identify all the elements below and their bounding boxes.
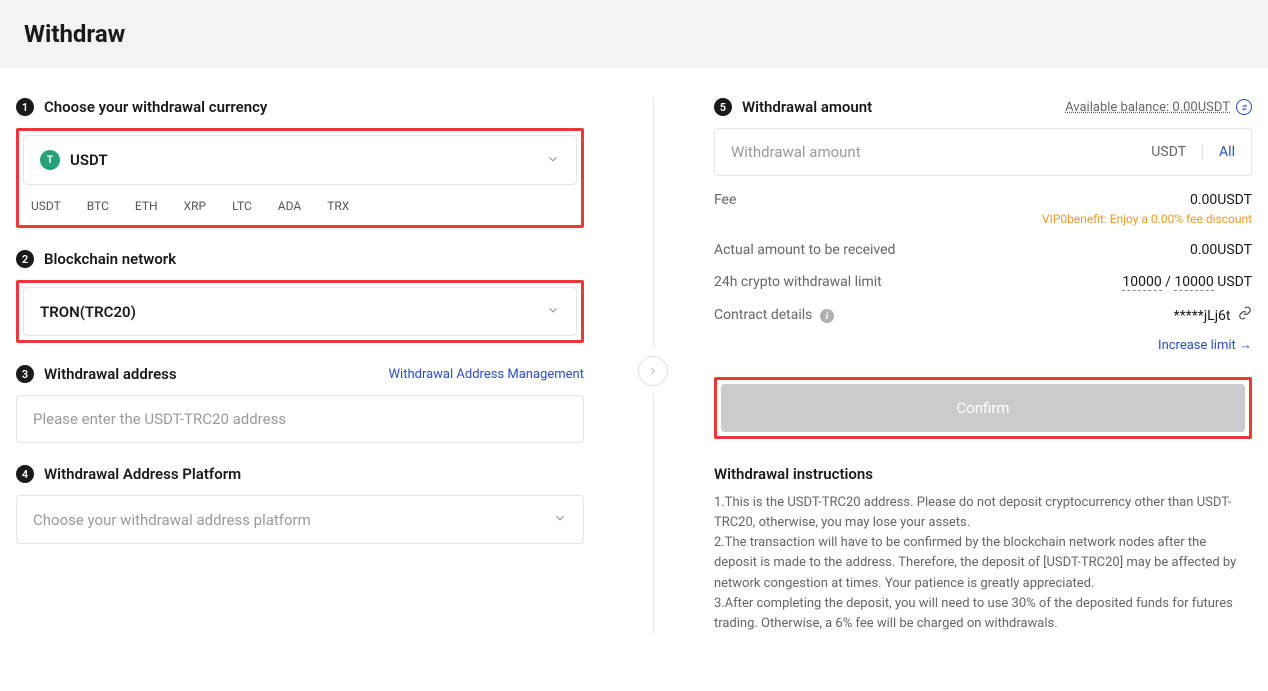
arrow-right-icon	[638, 356, 668, 386]
available-balance-label: Available balance: 0.00USDT	[1065, 100, 1230, 115]
info-icon[interactable]: i	[820, 309, 834, 323]
vip-benefit-text: VIP0benefit: Enjoy a 0.00% fee discount	[714, 212, 1252, 226]
contract-row: Contract details i *****jLj6t	[714, 306, 1252, 324]
actual-row: Actual amount to be received 0.00USDT	[714, 242, 1252, 258]
step-1-title: Choose your withdrawal currency	[44, 98, 267, 116]
address-input-wrapper	[16, 395, 584, 443]
available-balance-link[interactable]: Available balance: 0.00USDT	[1065, 99, 1252, 115]
chip-ltc[interactable]: LTC	[232, 199, 252, 213]
divider-line	[653, 394, 654, 634]
withdrawal-amount-input[interactable]	[731, 143, 1151, 161]
platform-select[interactable]: Choose your withdrawal address platform	[16, 495, 584, 544]
contract-label-wrap: Contract details i	[714, 307, 834, 324]
chip-usdt[interactable]: USDT	[31, 199, 61, 213]
chevron-down-icon	[553, 510, 567, 529]
confirm-highlight: Confirm	[714, 377, 1252, 439]
right-column: 5 Withdrawal amount Available balance: 0…	[634, 98, 1252, 634]
limit-row: 24h crypto withdrawal limit 10000 / 1000…	[714, 274, 1252, 290]
instruction-1: 1.This is the USDT-TRC20 address. Please…	[714, 493, 1252, 533]
fee-label: Fee	[714, 192, 736, 208]
step-4-badge: 4	[16, 465, 34, 483]
step-2-section: 2 Blockchain network TRON(TRC20)	[16, 250, 584, 343]
address-management-link[interactable]: Withdrawal Address Management	[389, 367, 584, 382]
instructions-title: Withdrawal instructions	[714, 465, 1252, 483]
amount-all-button[interactable]: All	[1219, 144, 1235, 160]
increase-limit-link[interactable]: Increase limit →	[1158, 338, 1252, 353]
page-title: Withdraw	[24, 20, 1244, 48]
step-5-header: 5 Withdrawal amount Available balance: 0…	[714, 98, 1252, 116]
increase-limit-wrap: Increase limit →	[714, 334, 1252, 353]
limit-used: 10000	[1122, 274, 1161, 291]
instruction-3: 3.After completing the deposit, you will…	[714, 594, 1252, 634]
limit-unit: USDT	[1217, 274, 1252, 290]
step-5-title: Withdrawal amount	[742, 98, 872, 116]
step-5-badge: 5	[714, 98, 732, 116]
currency-select-left: T USDT	[40, 150, 108, 170]
chip-btc[interactable]: BTC	[87, 199, 109, 213]
step-3-badge: 3	[16, 365, 34, 383]
network-select[interactable]: TRON(TRC20)	[23, 287, 577, 336]
usdt-coin-icon: T	[40, 150, 60, 170]
chip-eth[interactable]: ETH	[135, 199, 158, 213]
page-header: Withdraw	[0, 0, 1268, 68]
limit-label: 24h crypto withdrawal limit	[714, 274, 882, 290]
transfer-icon	[1236, 99, 1252, 115]
amount-unit: USDT	[1151, 144, 1186, 160]
step-2-title: Blockchain network	[44, 250, 176, 268]
chevron-down-icon	[546, 302, 560, 321]
actual-label: Actual amount to be received	[714, 242, 896, 258]
fee-row: Fee 0.00USDT	[714, 192, 1252, 208]
step-2-highlight: TRON(TRC20)	[16, 280, 584, 343]
left-column: 1 Choose your withdrawal currency T USDT…	[16, 98, 634, 634]
content-wrapper: 1 Choose your withdrawal currency T USDT…	[0, 68, 1268, 654]
contract-label: Contract details	[714, 307, 812, 323]
instruction-2: 2.The transaction will have to be confir…	[714, 533, 1252, 593]
step-5-section: 5 Withdrawal amount Available balance: 0…	[714, 98, 1252, 439]
withdrawal-address-input[interactable]	[33, 410, 567, 428]
currency-select[interactable]: T USDT	[23, 135, 577, 185]
step-3-header: 3 Withdrawal address Withdrawal Address …	[16, 365, 584, 383]
currency-selected-label: USDT	[70, 151, 108, 169]
fee-value: 0.00USDT	[1190, 192, 1252, 208]
column-divider	[638, 98, 668, 634]
chip-trx[interactable]: TRX	[327, 199, 349, 213]
step-2-header: 2 Blockchain network	[16, 250, 584, 268]
platform-placeholder: Choose your withdrawal address platform	[33, 511, 311, 529]
step-4-section: 4 Withdrawal Address Platform Choose you…	[16, 465, 584, 544]
limit-total: 10000	[1174, 274, 1213, 291]
step-1-section: 1 Choose your withdrawal currency T USDT…	[16, 98, 584, 228]
actual-value: 0.00USDT	[1190, 242, 1252, 258]
amount-suffix: USDT All	[1151, 144, 1235, 160]
step-1-badge: 1	[16, 98, 34, 116]
network-selected-label: TRON(TRC20)	[40, 303, 136, 321]
step-2-badge: 2	[16, 250, 34, 268]
step-1-header: 1 Choose your withdrawal currency	[16, 98, 584, 116]
withdrawal-instructions: Withdrawal instructions 1.This is the US…	[714, 465, 1252, 634]
step-1-highlight: T USDT USDT BTC ETH XRP LTC ADA TRX	[16, 128, 584, 228]
confirm-button[interactable]: Confirm	[721, 384, 1245, 432]
limit-value: 10000 / 10000 USDT	[1122, 274, 1252, 290]
contract-value: *****jLj6t	[1174, 308, 1231, 324]
step-3-section: 3 Withdrawal address Withdrawal Address …	[16, 365, 584, 443]
chip-xrp[interactable]: XRP	[184, 199, 207, 213]
chip-ada[interactable]: ADA	[278, 199, 301, 213]
step-3-title: Withdrawal address	[44, 365, 177, 383]
external-link-icon[interactable]	[1238, 306, 1252, 320]
currency-chips: USDT BTC ETH XRP LTC ADA TRX	[23, 199, 577, 221]
step-4-title: Withdrawal Address Platform	[44, 465, 241, 483]
divider-line	[653, 98, 654, 348]
contract-value-wrap: *****jLj6t	[1174, 306, 1252, 324]
amount-input-wrapper: USDT All	[714, 128, 1252, 176]
step-4-header: 4 Withdrawal Address Platform	[16, 465, 584, 483]
amount-separator	[1202, 144, 1203, 160]
chevron-down-icon	[546, 151, 560, 170]
